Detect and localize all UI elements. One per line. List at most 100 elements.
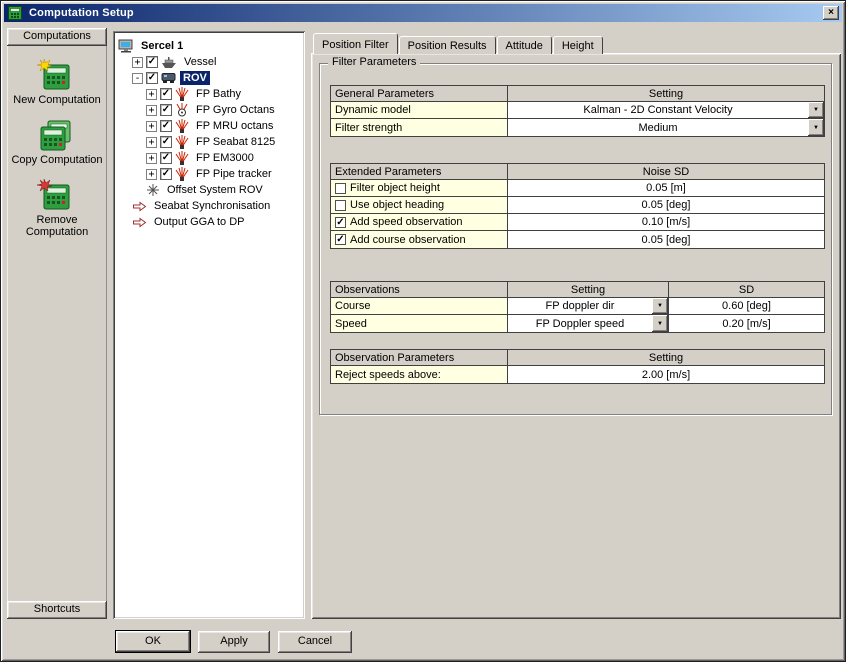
copy-computation-button[interactable]: Copy Computation bbox=[7, 119, 107, 166]
dropdown-fp-doppler-dir[interactable]: FP doppler dir▼ bbox=[508, 298, 669, 315]
table-row: ✓Add course observation0.05 [deg] bbox=[331, 231, 824, 248]
table-row: Filter strengthMedium▼ bbox=[331, 119, 824, 136]
tab-position-results[interactable]: Position Results bbox=[399, 36, 496, 54]
expand-icon[interactable]: + bbox=[146, 105, 157, 116]
row-label-speed: Speed bbox=[331, 315, 508, 332]
gyro-rays-icon bbox=[175, 103, 189, 117]
value-field[interactable]: 0.05 [deg] bbox=[508, 231, 824, 248]
tab-attitude[interactable]: Attitude bbox=[497, 36, 552, 54]
settings-panel: Position FilterPosition ResultsAttitudeH… bbox=[311, 33, 841, 619]
tree-item-fp-em3000[interactable]: +✓FP EM3000 bbox=[116, 150, 302, 166]
tree-item-fp-seabat-8125[interactable]: +✓ FP Seabat 8125 bbox=[116, 134, 302, 150]
new-computation-icon bbox=[37, 59, 73, 91]
extended-parameters-table: Extended ParametersNoise SD Filter object… bbox=[330, 163, 825, 249]
tree-item-output-gga-to-dp[interactable]: Output GGA to DP bbox=[116, 214, 302, 230]
sensor-rays-icon bbox=[175, 87, 189, 101]
value-field[interactable]: 0.20 [m/s] bbox=[669, 315, 824, 332]
observation-parameters-table: Observation ParametersSettingReject spee… bbox=[330, 349, 825, 384]
sensor-rays-icon bbox=[175, 151, 189, 165]
dropdown-value: FP doppler dir bbox=[508, 300, 652, 312]
tree-item-vessel[interactable]: +✓Vessel bbox=[116, 54, 302, 70]
filter-parameters-group: Filter Parameters General ParametersSett… bbox=[319, 63, 832, 415]
tree-item-label: Output GGA to DP bbox=[151, 215, 248, 229]
tree-checkbox[interactable]: ✓ bbox=[160, 152, 172, 164]
expand-icon[interactable]: + bbox=[146, 153, 157, 164]
new-computation-button[interactable]: New Computation bbox=[7, 59, 107, 106]
column-header-observation-parameters: Observation Parameters bbox=[331, 350, 508, 366]
computation-tree-panel: Sercel 1+✓Vessel-✓ROV+✓FP Bathy+✓FP Gyro… bbox=[113, 31, 305, 619]
row-label-add-course-observation: ✓Add course observation bbox=[331, 231, 508, 248]
tab-height[interactable]: Height bbox=[553, 36, 603, 54]
value-field[interactable]: 0.05 [deg] bbox=[508, 197, 824, 214]
expand-icon[interactable]: + bbox=[146, 169, 157, 180]
expand-icon[interactable]: + bbox=[146, 121, 157, 132]
tree-item-label: FP Seabat 8125 bbox=[193, 135, 278, 149]
value-field[interactable]: 2.00 [m/s] bbox=[508, 366, 824, 383]
tree-item-rov[interactable]: -✓ROV bbox=[116, 70, 302, 86]
checkbox-add-course-observation[interactable]: ✓ bbox=[335, 234, 346, 245]
shortcuts-button[interactable]: Shortcuts bbox=[7, 601, 107, 619]
tree-item-fp-pipe-tracker[interactable]: +✓FP Pipe tracker bbox=[116, 166, 302, 182]
remove-computation-icon bbox=[37, 179, 73, 211]
row-label-use-object-heading: Use object heading bbox=[331, 197, 508, 214]
tree-item-fp-bathy[interactable]: +✓FP Bathy bbox=[116, 86, 302, 102]
tree-checkbox[interactable]: ✓ bbox=[160, 136, 172, 148]
collapse-icon[interactable]: - bbox=[132, 73, 143, 84]
value-field[interactable]: 0.05 [m] bbox=[508, 180, 824, 197]
tree-checkbox[interactable]: ✓ bbox=[160, 168, 172, 180]
remove-computation-button[interactable]: Remove Computation bbox=[7, 179, 107, 238]
column-header-setting: Setting bbox=[508, 86, 824, 102]
table-row: SpeedFP Doppler speed▼0.20 [m/s] bbox=[331, 315, 824, 332]
export-arrow-icon bbox=[132, 201, 147, 212]
checkbox-label: Filter object height bbox=[350, 182, 440, 194]
offset-axes-icon bbox=[146, 183, 160, 197]
expand-icon[interactable]: + bbox=[146, 89, 157, 100]
tree-item-label: Offset System ROV bbox=[164, 183, 266, 197]
checkbox-filter-object-height[interactable] bbox=[335, 183, 346, 194]
close-button[interactable]: × bbox=[823, 6, 839, 20]
tree: Sercel 1+✓Vessel-✓ROV+✓FP Bathy+✓FP Gyro… bbox=[116, 38, 302, 230]
ok-button[interactable]: OK bbox=[115, 630, 191, 653]
title-bar[interactable]: Computation Setup × bbox=[4, 4, 842, 22]
dropdown-arrow-icon[interactable]: ▼ bbox=[652, 315, 668, 332]
computations-header-button[interactable]: Computations bbox=[7, 28, 107, 46]
checkbox-use-object-heading[interactable] bbox=[335, 200, 346, 211]
sensor-rays-icon bbox=[175, 167, 189, 181]
dropdown-arrow-icon[interactable]: ▼ bbox=[808, 102, 824, 118]
tree-checkbox[interactable]: ✓ bbox=[146, 72, 158, 84]
tree-checkbox[interactable]: ✓ bbox=[160, 88, 172, 100]
column-header-noise-sd: Noise SD bbox=[508, 164, 824, 180]
dropdown-kalman-2d-constant-velocity[interactable]: Kalman - 2D Constant Velocity▼ bbox=[508, 102, 824, 119]
dropdown-arrow-icon[interactable]: ▼ bbox=[652, 298, 668, 314]
computation-setup-window: Computation Setup × Computations New Com… bbox=[0, 0, 846, 662]
observations-table: ObservationsSettingSDCourseFP doppler di… bbox=[330, 281, 825, 333]
cancel-button[interactable]: Cancel bbox=[278, 631, 352, 653]
tree-checkbox[interactable]: ✓ bbox=[160, 120, 172, 132]
table-row: CourseFP doppler dir▼0.60 [deg] bbox=[331, 298, 824, 315]
value-field[interactable]: 0.10 [m/s] bbox=[508, 214, 824, 231]
row-label-course: Course bbox=[331, 298, 508, 315]
tree-item-fp-mru-octans[interactable]: +✓FP MRU octans bbox=[116, 118, 302, 134]
dropdown-medium[interactable]: Medium▼ bbox=[508, 119, 824, 136]
expand-icon[interactable]: + bbox=[146, 137, 157, 148]
row-label-reject-speeds-above: Reject speeds above: bbox=[331, 366, 508, 383]
tree-item-sercel-1[interactable]: Sercel 1 bbox=[116, 38, 302, 54]
checkbox-add-speed-observation[interactable]: ✓ bbox=[335, 217, 346, 228]
position-filter-tab-page: Filter Parameters General ParametersSett… bbox=[311, 53, 841, 619]
tree-checkbox[interactable]: ✓ bbox=[160, 104, 172, 116]
remove-computation-button-label: Remove Computation bbox=[10, 214, 104, 238]
tree-checkbox[interactable]: ✓ bbox=[146, 56, 158, 68]
tree-item-fp-gyro-octans[interactable]: +✓FP Gyro Octans bbox=[116, 102, 302, 118]
dropdown-fp-doppler-speed[interactable]: FP Doppler speed▼ bbox=[508, 315, 669, 332]
dropdown-arrow-icon[interactable]: ▼ bbox=[808, 119, 824, 136]
column-header-extended-parameters: Extended Parameters bbox=[331, 164, 508, 180]
tree-item-seabat-synchronisation[interactable]: Seabat Synchronisation bbox=[116, 198, 302, 214]
checkbox-label: Add speed observation bbox=[350, 216, 463, 228]
dropdown-value: Medium bbox=[508, 122, 808, 134]
tab-position-filter[interactable]: Position Filter bbox=[313, 33, 398, 54]
tree-item-offset-system-rov[interactable]: Offset System ROV bbox=[116, 182, 302, 198]
expand-icon[interactable]: + bbox=[132, 57, 143, 68]
apply-button[interactable]: Apply bbox=[198, 631, 270, 653]
value-field[interactable]: 0.60 [deg] bbox=[669, 298, 824, 315]
table-row: Use object heading0.05 [deg] bbox=[331, 197, 824, 214]
